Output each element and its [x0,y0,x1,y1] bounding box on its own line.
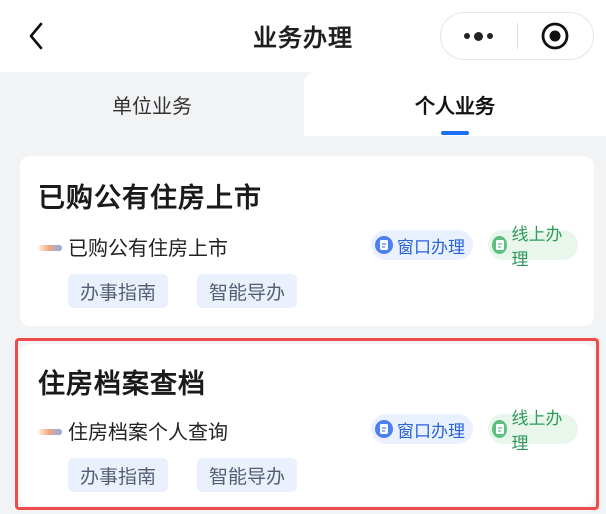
service-guide-button[interactable]: 办事指南 [68,274,169,308]
service-card: 已购公有住房上市 已购公有住房上市 窗口办理 线上办理 办事指南 智能导办 [20,156,594,326]
mini-program-capsule [440,12,594,60]
online-service-badge[interactable]: 线上办理 [488,409,578,454]
service-item-label[interactable]: 住房档案个人查询 [68,416,228,445]
smart-guide-button[interactable]: 智能导办 [197,274,298,308]
service-guide-button[interactable]: 办事指南 [68,458,169,492]
document-icon [492,236,508,254]
card-title: 住房档案查档 [38,369,206,400]
service-item-label[interactable]: 已购公有住房上市 [68,232,228,261]
badge-label: 线上办理 [511,409,563,454]
tab-personal-business[interactable]: 个人业务 [304,72,606,136]
active-tab-indicator [441,131,469,135]
online-service-badge[interactable]: 线上办理 [488,225,578,270]
window-service-badge[interactable]: 窗口办理 [371,414,473,444]
service-item-row[interactable]: 已购公有住房上市 窗口办理 线上办理 [38,225,578,270]
navigation-bar: 业务办理 [0,0,606,72]
more-button[interactable] [441,13,517,59]
badge-label: 线上办理 [511,225,563,270]
more-dots-icon [464,31,494,41]
window-service-badge[interactable]: 窗口办理 [371,230,473,260]
document-icon [375,236,393,254]
badge-label: 窗口办理 [397,421,465,442]
card-title: 已购公有住房上市 [38,183,262,214]
business-tabs: 单位业务 个人业务 [0,72,606,136]
badge-label: 窗口办理 [397,237,465,258]
item-bullet-icon [38,245,62,251]
service-item-row[interactable]: 住房档案个人查询 窗口办理 线上办理 [38,409,578,454]
close-button[interactable] [518,13,594,59]
smart-guide-button[interactable]: 智能导办 [197,458,298,492]
service-card: 住房档案查档 住房档案个人查询 窗口办理 线上办理 办事指南 智能导办 [20,344,594,506]
document-icon [375,420,393,438]
target-circle-icon [541,22,569,50]
item-bullet-icon [38,429,62,435]
document-icon [492,420,508,438]
tab-unit-business[interactable]: 单位业务 [0,72,304,136]
